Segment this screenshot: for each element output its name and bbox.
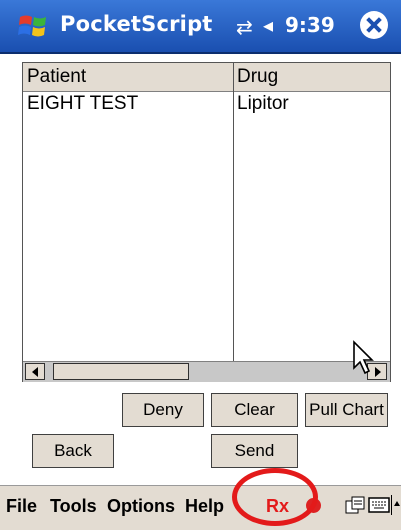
scroll-left-button[interactable] <box>25 363 45 380</box>
cell-drug: Lipitor <box>237 93 289 114</box>
sync-icon[interactable] <box>344 495 366 517</box>
column-header-patient[interactable]: Patient <box>27 66 86 88</box>
keyboard-icon[interactable] <box>368 495 390 515</box>
arrow-left-icon <box>32 367 38 377</box>
deny-button[interactable]: Deny <box>122 393 204 427</box>
menu-options[interactable]: Options <box>107 496 175 517</box>
list-header: Patient Drug <box>23 63 390 92</box>
connectivity-icon[interactable]: ⇄ <box>236 15 253 39</box>
send-button[interactable]: Send <box>211 434 298 468</box>
clear-button[interactable]: Clear <box>211 393 298 427</box>
highlight-annotation <box>232 468 318 526</box>
menu-tools[interactable]: Tools <box>50 496 97 517</box>
back-button[interactable]: Back <box>32 434 114 468</box>
menu-bar: File Tools Options Help Rx <box>0 485 401 530</box>
title-bar: PocketScript ⇄ ◂ 9:39 <box>0 0 401 54</box>
volume-icon[interactable]: ◂ <box>263 13 273 37</box>
app-title: PocketScript <box>60 12 213 36</box>
menu-help[interactable]: Help <box>185 496 224 517</box>
mouse-pointer-icon <box>353 340 374 375</box>
patient-drug-list[interactable]: Patient Drug EIGHT TEST Lipitor <box>22 62 391 382</box>
menu-file[interactable]: File <box>6 496 37 517</box>
close-button[interactable] <box>360 11 388 39</box>
scrollbar-thumb[interactable] <box>53 363 189 380</box>
input-panel-arrow-icon[interactable] <box>391 495 401 515</box>
pull-chart-button[interactable]: Pull Chart <box>305 393 388 427</box>
column-header-drug[interactable]: Drug <box>237 66 278 88</box>
table-row[interactable]: EIGHT TEST Lipitor <box>23 93 390 119</box>
clock[interactable]: 9:39 <box>285 13 335 37</box>
windows-start-icon[interactable] <box>18 13 48 39</box>
cell-patient: EIGHT TEST <box>27 93 139 114</box>
horizontal-scrollbar[interactable] <box>23 361 390 382</box>
